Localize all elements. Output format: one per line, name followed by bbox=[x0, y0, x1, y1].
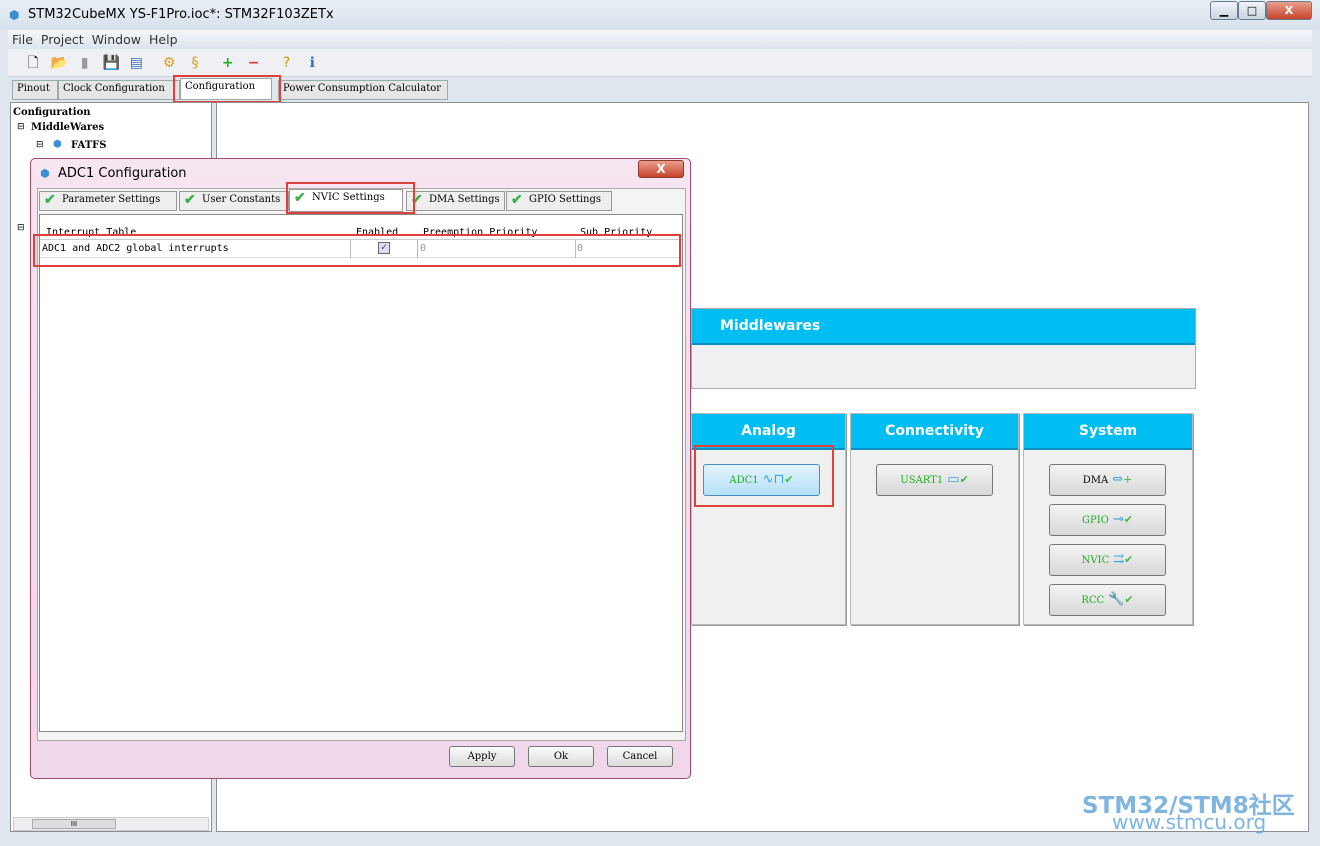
window-title: STM32CubeMX YS-F1Pro.ioc*: STM32F103ZETx bbox=[28, 7, 334, 22]
generate-code-icon[interactable]: ⚙ bbox=[161, 55, 177, 71]
gpio-label: GPIO bbox=[1082, 515, 1109, 526]
tree-middlewares[interactable]: MiddleWares bbox=[31, 122, 104, 133]
horizontal-scrollbar[interactable]: III bbox=[13, 817, 209, 831]
collapse-icon[interactable]: ⊟ bbox=[17, 223, 25, 233]
check-icon: ✔ bbox=[959, 473, 969, 486]
highlight-box bbox=[33, 234, 681, 267]
category-connectivity: Connectivity USART1 ▭✔ bbox=[850, 413, 1019, 625]
new-file-icon[interactable]: 🗋 bbox=[25, 55, 41, 71]
check-icon: ✔ bbox=[184, 192, 196, 208]
close-button[interactable]: X bbox=[1266, 1, 1312, 20]
usart1-label: USART1 bbox=[900, 475, 944, 486]
menu-window[interactable]: Window bbox=[92, 32, 141, 47]
save-as-icon[interactable]: ▤ bbox=[128, 55, 144, 71]
tab-label: DMA Settings bbox=[429, 194, 500, 205]
interrupt-icon: ⇉ bbox=[1113, 552, 1125, 567]
menu-help[interactable]: Help bbox=[149, 32, 178, 47]
middlewares-header: Middlewares bbox=[692, 309, 1195, 345]
wrench-icon: 🔧 bbox=[1108, 592, 1125, 607]
title-bar: ⬢ STM32CubeMX YS-F1Pro.ioc*: STM32F103ZE… bbox=[0, 0, 1320, 30]
check-icon: ✔ bbox=[44, 192, 56, 208]
ok-button[interactable]: Ok bbox=[528, 746, 594, 767]
tab-user-constants[interactable]: ✔ User Constants bbox=[179, 191, 289, 211]
dialog-icon: ⬢ bbox=[40, 167, 50, 180]
usart1-button[interactable]: USART1 ▭✔ bbox=[876, 464, 993, 496]
collapse-icon[interactable]: ⊟ bbox=[17, 122, 25, 132]
middlewares-panel: Middlewares bbox=[691, 308, 1196, 389]
rcc-label: RCC bbox=[1081, 595, 1105, 606]
app-icon: ⬢ bbox=[9, 8, 20, 22]
collapse-icon[interactable]: ⊟ bbox=[36, 140, 44, 150]
tab-label: User Constants bbox=[202, 194, 281, 205]
dma-label: DMA bbox=[1082, 475, 1109, 486]
plus-icon: + bbox=[1123, 473, 1133, 486]
category-system: System DMA ⇔+ GPIO ⊸✔ NVIC ⇉✔ RCC 🔧✔ bbox=[1023, 413, 1193, 625]
dma-button[interactable]: DMA ⇔+ bbox=[1049, 464, 1166, 496]
cancel-button[interactable]: Cancel bbox=[607, 746, 673, 767]
maximize-button[interactable]: □ bbox=[1238, 1, 1266, 20]
toolbar: 🗋 📂 ▮ 💾 ▤ ⚙ § + − ? ℹ bbox=[8, 49, 1312, 77]
tab-gpio-settings[interactable]: ✔ GPIO Settings bbox=[506, 191, 612, 211]
highlight-box bbox=[173, 75, 281, 103]
category-header: System bbox=[1024, 414, 1192, 450]
apply-button[interactable]: Apply bbox=[449, 746, 515, 767]
zoom-in-icon[interactable]: + bbox=[220, 55, 236, 71]
nvic-label: NVIC bbox=[1081, 555, 1110, 566]
interrupt-table: Interrupt Table Enabled Preemption Prior… bbox=[39, 214, 683, 732]
zoom-out-icon[interactable]: − bbox=[246, 55, 262, 71]
tab-label: Parameter Settings bbox=[62, 194, 161, 205]
tab-label: GPIO Settings bbox=[529, 194, 602, 205]
category-header: Connectivity bbox=[851, 414, 1018, 450]
highlight-box bbox=[694, 445, 834, 507]
highlight-box bbox=[286, 182, 415, 214]
tree-fatfs[interactable]: FATFS bbox=[71, 140, 107, 151]
watermark-url: www.stmcu.org bbox=[1112, 810, 1267, 834]
nvic-button[interactable]: NVIC ⇉✔ bbox=[1049, 544, 1166, 576]
dialog-title: ADC1 Configuration bbox=[58, 166, 187, 181]
scroll-thumb[interactable]: III bbox=[32, 819, 116, 829]
open-folder-icon[interactable]: 📂 bbox=[51, 55, 68, 71]
tree-root[interactable]: Configuration bbox=[13, 107, 91, 118]
report-icon[interactable]: § bbox=[187, 55, 203, 71]
tab-pinout[interactable]: Pinout bbox=[12, 80, 58, 100]
menu-bar: File Project Window Help bbox=[8, 30, 1312, 49]
tab-parameter-settings[interactable]: ✔ Parameter Settings bbox=[39, 191, 177, 211]
component-icon: ⬢ bbox=[53, 139, 62, 150]
help-icon[interactable]: ? bbox=[278, 55, 294, 71]
tab-clock-configuration[interactable]: Clock Configuration bbox=[58, 80, 180, 100]
about-icon[interactable]: ℹ bbox=[304, 55, 320, 71]
dma-icon: ⇔ bbox=[1112, 472, 1124, 487]
check-icon: ✔ bbox=[1123, 513, 1133, 526]
menu-project[interactable]: Project bbox=[41, 32, 84, 47]
tab-power-consumption[interactable]: Power Consumption Calculator bbox=[278, 80, 448, 100]
tab-dma-settings[interactable]: ✔ DMA Settings bbox=[406, 191, 505, 211]
check-icon: ✔ bbox=[511, 192, 523, 208]
copy-icon[interactable]: ▮ bbox=[77, 55, 93, 71]
gpio-button[interactable]: GPIO ⊸✔ bbox=[1049, 504, 1166, 536]
switch-icon: ⊸ bbox=[1112, 512, 1124, 527]
save-icon[interactable]: 💾 bbox=[102, 55, 119, 71]
check-icon: ✔ bbox=[1124, 593, 1134, 606]
check-icon: ✔ bbox=[1124, 553, 1134, 566]
dialog-close-button[interactable]: X bbox=[638, 160, 684, 178]
rcc-button[interactable]: RCC 🔧✔ bbox=[1049, 584, 1166, 616]
menu-file[interactable]: File bbox=[12, 32, 33, 47]
minimize-button[interactable]: ▁ bbox=[1210, 1, 1238, 20]
serial-port-icon: ▭ bbox=[947, 472, 960, 487]
